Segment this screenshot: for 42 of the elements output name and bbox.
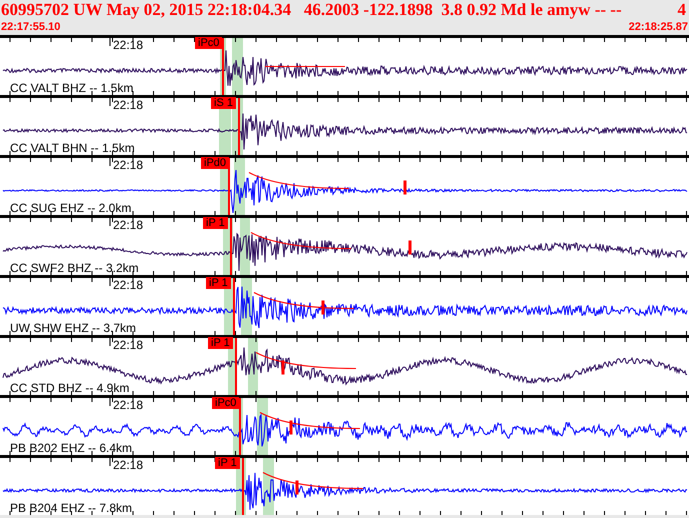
time-label: 22:18 <box>113 338 144 352</box>
pick-label: iP 1 <box>208 337 233 349</box>
event-title: 60995702 UW May 02, 2015 22:18:04.34 46.2003 -122.1898 3.8 0.92 Md le amyw -- -- <box>1 0 622 20</box>
station-label: CC SWF2 BHZ -- 3.2km <box>10 261 139 275</box>
pick-line <box>233 278 235 335</box>
time-label: 22:18 <box>113 98 144 112</box>
event-count: 4 <box>678 0 687 20</box>
pick-line <box>228 158 230 215</box>
station-label: CC VALT BHZ -- 1.5km <box>10 81 134 95</box>
station-label: CC VALT BHN -- 1.5km <box>10 141 135 155</box>
station-label: UW SHW EHZ -- 3.7km <box>10 321 136 335</box>
pick-label: iPc0 <box>212 397 240 409</box>
time-label: 22:18 <box>113 38 144 52</box>
pick-line <box>222 38 224 95</box>
time-label: 22:18 <box>113 218 144 232</box>
end-time: 22:18:25.87 <box>628 20 688 35</box>
pick-line <box>230 218 232 275</box>
station-label: PB B202 EHZ -- 6.4km <box>10 441 132 455</box>
amplitude-marker <box>408 240 412 254</box>
pick-label: iP 1 <box>203 217 228 229</box>
amplitude-marker <box>296 480 298 494</box>
amplitude-marker <box>290 420 292 434</box>
pick-line <box>235 338 237 395</box>
pick-line <box>239 398 241 455</box>
pick-label: iPc0 <box>195 37 222 49</box>
station-label: CC STD BHZ -- 4.9km <box>10 381 130 395</box>
time-label: 22:18 <box>113 398 144 412</box>
pick-line <box>238 98 240 155</box>
amplitude-marker <box>404 180 406 194</box>
start-time: 22:17:55.10 <box>1 20 60 35</box>
pick-label: iS 1 <box>211 97 236 109</box>
pick-label: iP 1 <box>215 457 240 469</box>
pick-label: iPd0 <box>201 157 230 169</box>
pick-label: iP 1 <box>206 277 231 289</box>
pick-line <box>242 458 244 515</box>
amplitude-marker <box>322 300 324 314</box>
time-label: 22:18 <box>113 458 144 472</box>
station-label: PB B204 EHZ -- 7.8km <box>10 501 132 515</box>
station-label: CC SUG EHZ -- 2.0km <box>10 201 132 215</box>
time-label: 22:18 <box>113 278 144 292</box>
time-label: 22:18 <box>113 158 144 172</box>
amplitude-marker <box>282 360 284 374</box>
